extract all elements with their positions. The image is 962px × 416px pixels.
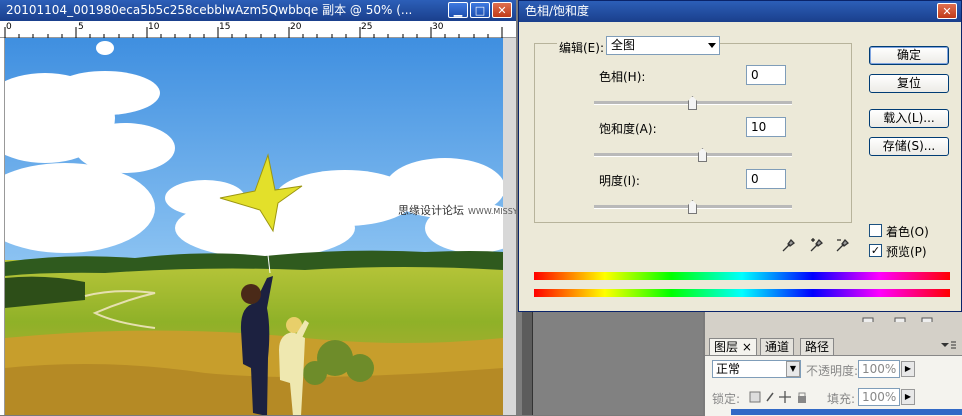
- kite-photo: [5, 38, 503, 415]
- fill-input[interactable]: 100%: [858, 388, 900, 406]
- colorize-checkbox[interactable]: [869, 224, 882, 237]
- selected-layer-row[interactable]: [731, 409, 962, 415]
- preview-checkbox[interactable]: ✓: [869, 244, 882, 257]
- vertical-scrollbar[interactable]: [503, 38, 516, 415]
- output-color-bar: [534, 289, 950, 297]
- reset-button[interactable]: 复位: [869, 74, 949, 93]
- window-controls: ▁ □ ✕: [448, 2, 512, 18]
- eyedropper-plus-icon[interactable]: [809, 237, 825, 253]
- lock-icons[interactable]: [749, 390, 811, 404]
- tab-channels[interactable]: 通道: [760, 338, 795, 355]
- tab-layers[interactable]: 图层 ×: [709, 338, 757, 355]
- workspace-gray: [532, 312, 703, 415]
- save-button[interactable]: 存储(S)...: [869, 137, 949, 156]
- tab-layers-label: 图层: [714, 340, 739, 354]
- ruler-ticks: [4, 27, 503, 38]
- maximize-icon[interactable]: □: [470, 2, 490, 18]
- document-title: 20101104_001980eca5b5c258cebblwAzm5Qwbbq…: [6, 3, 413, 17]
- panel-menu-icon[interactable]: [937, 340, 957, 352]
- edit-value: 全图: [611, 38, 636, 52]
- eyedropper-minus-icon[interactable]: [835, 237, 851, 253]
- ok-button[interactable]: 确定: [869, 46, 949, 65]
- tab-paths[interactable]: 路径: [800, 338, 835, 355]
- fill-label: 填充:: [827, 392, 856, 406]
- lock-label: 锁定:: [712, 392, 741, 406]
- minimize-icon[interactable]: ▁: [448, 2, 468, 18]
- lightness-label: 明度(I):: [599, 174, 640, 188]
- saturation-input[interactable]: 10: [746, 117, 786, 137]
- close-icon[interactable]: ✕: [492, 2, 512, 18]
- adjustment-group: [534, 43, 852, 223]
- edit-dropdown[interactable]: 全图: [606, 36, 720, 55]
- dialog-titlebar[interactable]: 色相/饱和度 ✕: [519, 1, 961, 22]
- hue-label: 色相(H):: [599, 70, 646, 84]
- dialog-controls: ✕: [937, 3, 957, 19]
- close-icon[interactable]: ×: [742, 340, 752, 354]
- horizontal-ruler[interactable]: 0 5 10 15 20 25 30: [0, 21, 516, 38]
- hue-saturation-dialog: 色相/饱和度 ✕ 编辑(E): 全图 色相(H): 0 饱和度(A): 10 明…: [518, 0, 962, 312]
- saturation-slider-track[interactable]: [594, 153, 792, 157]
- lightness-input[interactable]: 0: [746, 169, 786, 189]
- hue-input[interactable]: 0: [746, 65, 786, 85]
- panel-dock-strip: [522, 312, 532, 415]
- watermark-text: 思缘设计论坛: [398, 204, 464, 217]
- chevron-down-icon[interactable]: ▼: [786, 361, 800, 377]
- opacity-input[interactable]: 100%: [858, 360, 900, 378]
- chevron-right-icon[interactable]: ▶: [901, 361, 915, 377]
- preview-label: 预览(P): [886, 245, 927, 259]
- blend-mode-value: 正常: [716, 362, 741, 376]
- close-icon[interactable]: ✕: [937, 3, 957, 19]
- document-titlebar[interactable]: 20101104_001980eca5b5c258cebblwAzm5Qwbbq…: [0, 0, 516, 21]
- dialog-title: 色相/饱和度: [525, 4, 590, 18]
- panel-icon-strip: [705, 312, 962, 327]
- load-button[interactable]: 载入(L)...: [869, 109, 949, 128]
- eyedropper-icon[interactable]: [781, 237, 797, 253]
- edit-label: 编辑(E):: [557, 39, 606, 56]
- opacity-label: 不透明度:: [806, 364, 859, 378]
- layers-panel: 图层 × 通道 路径 正常 ▼ 不透明度: 100% ▶ 锁定: 填充: 100…: [705, 322, 962, 416]
- colorize-label: 着色(O): [886, 225, 929, 239]
- image-canvas[interactable]: [5, 38, 503, 415]
- saturation-label: 饱和度(A):: [599, 122, 657, 136]
- chevron-right-icon[interactable]: ▶: [901, 389, 915, 405]
- input-color-bar: [534, 272, 950, 280]
- chevron-down-icon: [708, 43, 716, 48]
